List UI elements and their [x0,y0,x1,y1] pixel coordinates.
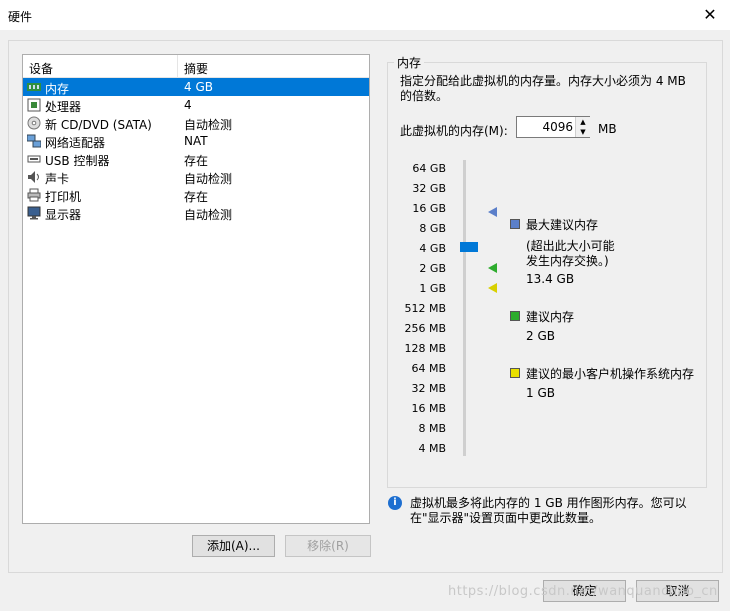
tick-label: 4 GB [419,242,446,255]
memory-unit-label: MB [598,122,617,136]
processor-icon [27,98,41,112]
list-item-network-adapter[interactable]: 网络适配器 NAT [23,132,369,150]
printer-icon [27,188,41,202]
list-item-summary: NAT [184,134,208,148]
max-recommended-marker-icon [488,207,497,217]
tick-label: 8 GB [419,222,446,235]
max-legend-value: 13.4 GB [526,272,575,286]
device-list[interactable]: 设备 摘要 内存 4 GB 处理器 4 新 CD/DVD (SATA) 自动检测… [22,54,370,524]
column-divider [177,55,178,77]
list-item-summary: 自动检测 [184,172,233,186]
tick-label: 128 MB [404,342,446,355]
title-bar: 硬件 ✕ [0,0,730,30]
list-item-name: 声卡 [45,172,70,186]
recommended-marker-icon [488,263,497,273]
list-header: 设备 摘要 [23,55,369,78]
list-item-summary: 4 [184,98,192,112]
list-item-printer[interactable]: 打印机 存在 [23,186,369,204]
min-recommended-marker-icon [488,283,497,293]
tick-label: 8 MB [418,422,446,435]
tick-label: 64 GB [412,162,446,175]
memory-size-stepper[interactable]: ▲ ▼ [516,116,590,138]
sound-card-icon [27,170,41,184]
list-item-cd-dvd[interactable]: 新 CD/DVD (SATA) 自动检测 [23,114,369,132]
tick-label: 16 GB [412,202,446,215]
watermark: https://blog.csdn.net/wanquanchao_cn [448,584,718,599]
tick-label: 32 GB [412,182,446,195]
list-item-summary: 自动检测 [184,208,233,222]
tick-label: 1 GB [419,282,446,295]
decrement-icon[interactable]: ▼ [575,127,590,137]
window-title: 硬件 [8,10,33,24]
minimum-legend-label: 建议的最小客户机操作系统内存 [526,367,695,381]
memory-slider-track[interactable] [463,160,466,456]
tick-label: 16 MB [411,402,446,415]
tick-label: 4 MB [418,442,446,455]
list-item-summary: 4 GB [184,80,213,94]
list-item-sound-card[interactable]: 声卡 自动检测 [23,168,369,186]
list-item-name: USB 控制器 [45,154,110,168]
list-item-memory[interactable]: 内存 4 GB [23,78,369,96]
list-item-name: 处理器 [45,100,82,114]
list-item-summary: 存在 [184,154,209,168]
recommended-legend-value: 2 GB [526,329,555,343]
column-header-summary[interactable]: 摘要 [184,60,208,77]
tick-label: 256 MB [404,322,446,335]
recommended-legend-swatch [510,311,520,321]
max-legend-label: 最大建议内存 [526,218,599,232]
memory-group-title: 内存 [394,54,425,71]
list-item-name: 新 CD/DVD (SATA) [45,118,152,132]
tick-label: 64 MB [411,362,446,375]
network-adapter-icon [26,134,42,148]
list-item-name: 网络适配器 [45,136,106,150]
list-item-processor[interactable]: 处理器 4 [23,96,369,114]
increment-icon[interactable]: ▲ [575,117,590,127]
max-legend-note-2: 发生内存交换。) [526,254,609,268]
recommended-legend-label: 建议内存 [526,310,575,324]
list-item-name: 打印机 [45,190,82,204]
minimum-legend-swatch [510,368,520,378]
column-header-device[interactable]: 设备 [29,60,53,77]
max-legend-swatch [510,219,520,229]
info-icon: i [388,496,402,510]
list-item-name: 内存 [45,82,70,96]
close-icon[interactable]: ✕ [700,5,720,25]
list-item-usb-controller[interactable]: USB 控制器 存在 [23,150,369,168]
memory-size-label: 此虚拟机的内存(M): [400,124,508,138]
tick-label: 512 MB [404,302,446,315]
remove-button[interactable]: 移除(R) [285,535,371,557]
tick-label: 32 MB [411,382,446,395]
list-item-summary: 存在 [184,190,209,204]
memory-description: 指定分配给此虚拟机的内存量。内存大小必须为 4 MB 的倍数。 [400,74,686,103]
memory-size-input[interactable] [519,119,573,135]
list-item-display[interactable]: 显示器 自动检测 [23,204,369,222]
memory-slider-thumb[interactable] [460,242,478,252]
memory-icon [27,80,41,94]
list-item-summary: 自动检测 [184,118,233,132]
minimum-legend-value: 1 GB [526,386,555,400]
list-item-name: 显示器 [45,208,82,222]
display-icon [27,206,41,220]
graphics-memory-info: 虚拟机最多将此内存的 1 GB 用作图形内存。您可以在"显示器"设置页面中更改此… [410,496,687,525]
usb-icon [27,152,41,166]
cd-dvd-icon [27,116,41,130]
tick-label: 2 GB [419,262,446,275]
add-button[interactable]: 添加(A)... [192,535,275,557]
